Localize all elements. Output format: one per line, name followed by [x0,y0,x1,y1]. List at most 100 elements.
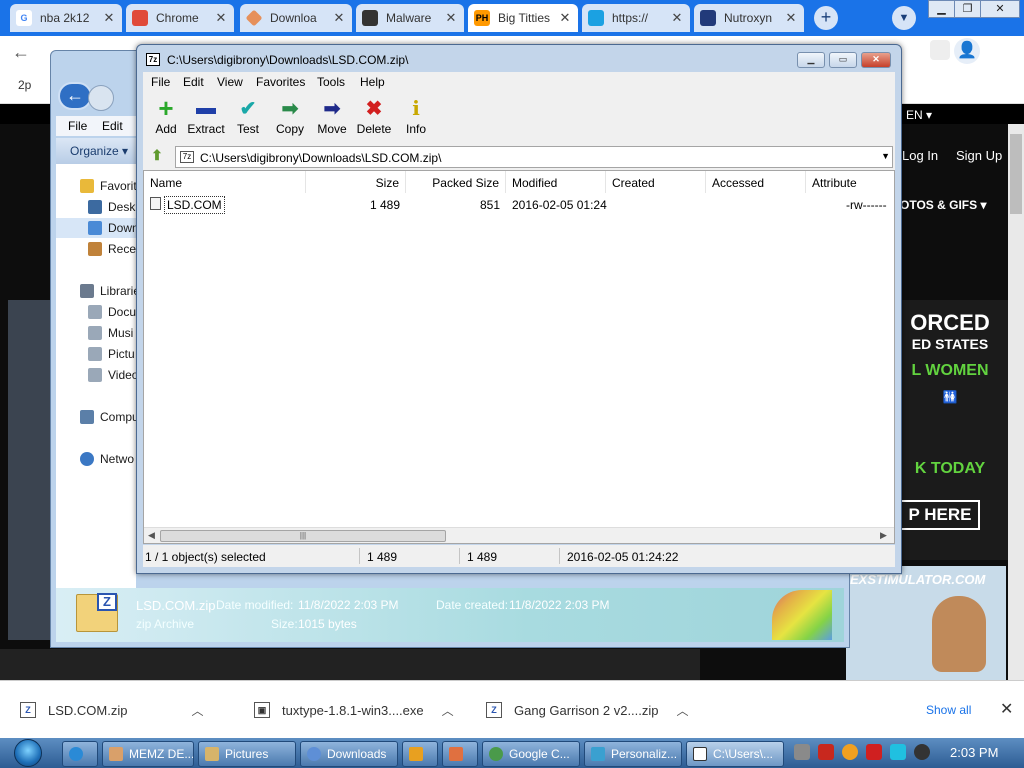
sidebar-item-documents[interactable]: Docu [56,302,136,322]
menu-help[interactable]: Help [360,75,385,89]
taskbar-ie-button[interactable] [62,741,98,767]
browser-tab[interactable]: G nba 2k12 ✕ [10,4,122,32]
taskbar-button[interactable]: Pictures [198,741,296,767]
close-icon[interactable]: ✕ [332,10,346,26]
scrollbar-thumb[interactable] [1010,134,1022,214]
close-icon[interactable]: ✕ [102,10,116,26]
taskbar-button-active[interactable]: C:\Users\... [686,741,784,767]
forward-arrow-icon[interactable] [88,85,114,111]
close-icon[interactable]: ✕ [558,10,572,26]
move-button[interactable]: ➡ Move [309,92,355,144]
close-icon[interactable]: ✕ [444,10,458,26]
page-scrollbar[interactable] [1008,124,1024,680]
close-icon[interactable]: ✕ [670,10,684,26]
browser-tab-active[interactable]: PH Big Titties ✕ [468,4,578,32]
taskbar-button[interactable]: Google C... [482,741,580,767]
sidebar-item-desktop[interactable]: Desk [56,197,136,217]
display-tray-icon[interactable] [890,744,906,760]
sidebar-item-libraries[interactable]: Librarie [56,281,140,301]
chevron-up-icon[interactable]: ︿ [677,702,689,719]
browser-tab[interactable]: https:// ✕ [582,4,690,32]
delete-button[interactable]: ✖ Delete [351,92,397,144]
tray-icon[interactable] [794,744,810,760]
maximize-icon[interactable]: ❐ [954,0,981,18]
horizontal-scrollbar[interactable]: ◀ ||| ▶ [144,527,894,543]
language-selector[interactable]: EN ▾ [906,108,932,122]
column-header-size[interactable]: Size [306,171,406,193]
browser-tab[interactable]: Malware ✕ [356,4,464,32]
browser-tab[interactable]: Nutroxyn ✕ [694,4,804,32]
chevron-up-icon[interactable]: ︿ [191,702,203,719]
tab-search-icon[interactable]: ▼ [892,6,916,30]
site-nav-photos[interactable]: OTOS & GIFS ▾ [900,198,986,212]
menu-favorites[interactable]: Favorites [256,75,305,89]
close-icon[interactable]: ✕ [784,10,798,26]
close-icon[interactable]: ✕ [214,10,228,26]
test-button[interactable]: ✔ Test [225,92,271,144]
taskbar-app-button[interactable] [442,741,478,767]
explorer-menu-file[interactable]: File [68,119,87,133]
file-name[interactable]: LSD.COM [164,196,225,214]
extract-button[interactable]: ▬ Extract [183,92,229,144]
explorer-menu-edit[interactable]: Edit [102,119,123,133]
download-item[interactable]: Z LSD.COM.zip ︿ [20,681,203,739]
column-header-modified[interactable]: Modified [506,171,606,193]
system-clock[interactable]: 2:03 PM [950,745,998,760]
sidebar-item-recent[interactable]: Rece [56,239,136,259]
taskbar-media-player-button[interactable] [402,741,438,767]
sidebar-item-computer[interactable]: Compu [56,407,139,427]
minimize-icon[interactable]: ▁ [797,52,825,68]
show-all-link[interactable]: Show all [926,703,971,717]
start-button[interactable] [6,738,46,768]
minimize-icon[interactable]: ▁ [928,0,955,18]
path-combobox[interactable]: 7z C:\Users\digibrony\Downloads\LSD.COM.… [175,146,893,168]
download-item[interactable]: Z Gang Garrison 2 v2....zip ︿ [486,681,689,739]
menu-edit[interactable]: Edit [183,75,204,89]
close-window-icon[interactable]: ✕ [861,52,891,68]
back-arrow-icon[interactable]: ← [58,82,92,110]
download-item[interactable]: ▣ tuxtype-1.8.1-win3....exe ︿ [254,681,454,739]
advertisement[interactable]: ORCED ED STATES L WOMEN 🚻 K TODAY P HERE [890,300,1010,560]
sidebar-item-music[interactable]: Musi [56,323,136,343]
chevron-down-icon[interactable]: ▼ [881,151,890,161]
taskbar-button[interactable]: MEMZ DE... [102,741,194,767]
table-row[interactable]: LSD.COM 1 489 851 2016-02-05 01:24 -rw--… [144,195,894,214]
taskbar-button[interactable]: Downloads [300,741,398,767]
sidebar-item-network[interactable]: Netwo [56,449,136,469]
flag-tray-icon[interactable] [866,744,882,760]
column-header-accessed[interactable]: Accessed [706,171,806,193]
column-header-name[interactable]: Name [144,171,306,193]
copy-button[interactable]: ➡ Copy [267,92,313,144]
scroll-right-icon[interactable]: ▶ [880,530,887,541]
ad-cta-button[interactable]: P HERE [900,500,980,530]
up-folder-icon[interactable]: ⬆ [147,147,167,167]
browser-tab[interactable]: Downloa ✕ [240,4,352,32]
signup-link[interactable]: Sign Up [956,148,1002,163]
organize-button[interactable]: Organize ▾ [56,138,136,164]
advertisement-2[interactable]: EXSTIMULATOR.COM [846,566,1006,680]
bookmark-item[interactable]: 2p [18,78,31,92]
sidebar-item-videos[interactable]: Video [56,365,138,385]
sidebar-item-downloads[interactable]: Down [56,218,139,238]
close-icon[interactable]: ✕ [1000,699,1013,719]
column-header-packed-size[interactable]: Packed Size [406,171,506,193]
scroll-left-icon[interactable]: ◀ [148,530,155,541]
sevenzip-titlebar[interactable]: 7z C:\Users\digibrony\Downloads\LSD.COM.… [137,45,901,73]
menu-tools[interactable]: Tools [317,75,345,89]
extension-icon[interactable] [930,40,950,60]
profile-avatar-icon[interactable]: 👤 [954,38,980,64]
close-window-icon[interactable]: ✕ [980,0,1020,18]
search-tray-icon[interactable] [842,744,858,760]
chevron-up-icon[interactable]: ︿ [442,702,454,719]
menu-file[interactable]: File [151,75,170,89]
sidebar-item-favorites[interactable]: Favorit [56,176,137,196]
menu-view[interactable]: View [217,75,243,89]
browser-tab[interactable]: Chrome ✕ [126,4,234,32]
column-header-created[interactable]: Created [606,171,706,193]
column-header-attributes[interactable]: Attribute [806,171,894,193]
login-link[interactable]: Log In [902,148,938,163]
antivirus-tray-icon[interactable] [818,744,834,760]
volume-tray-icon[interactable] [914,744,930,760]
new-tab-button[interactable]: + [814,6,838,30]
scrollbar-thumb[interactable]: ||| [160,530,446,542]
